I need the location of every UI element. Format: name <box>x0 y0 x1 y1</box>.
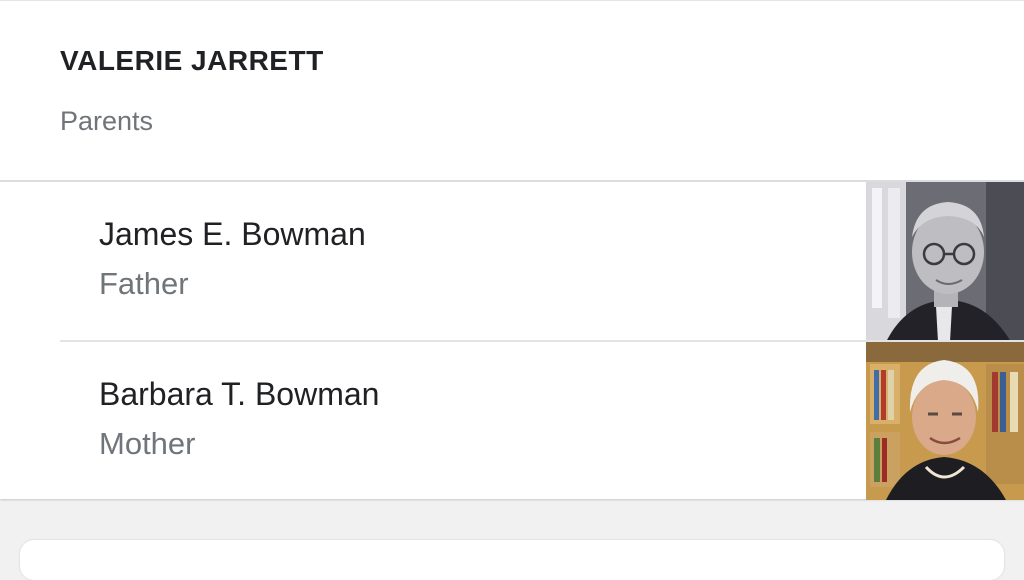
page-title: VALERIE JARRETT <box>60 45 324 76</box>
portrait-photo-icon <box>866 342 1024 500</box>
portrait-photo-icon <box>866 182 1024 342</box>
parents-card: VALERIE JARRETT Parents James E. Bowman … <box>0 0 1024 500</box>
section-subtitle: Parents <box>60 106 154 136</box>
next-card <box>20 540 1004 580</box>
person-photo[interactable] <box>866 342 1024 500</box>
person-name: Barbara T. Bowman <box>99 376 380 412</box>
list-item-father[interactable]: James E. Bowman Father <box>0 182 1024 342</box>
person-relation: Mother <box>99 426 196 461</box>
list-item-mother[interactable]: Barbara T. Bowman Mother <box>0 342 1024 500</box>
person-relation: Father <box>99 266 189 301</box>
person-name: James E. Bowman <box>99 216 366 252</box>
card-header: VALERIE JARRETT Parents <box>0 1 1024 181</box>
person-photo[interactable] <box>866 182 1024 342</box>
